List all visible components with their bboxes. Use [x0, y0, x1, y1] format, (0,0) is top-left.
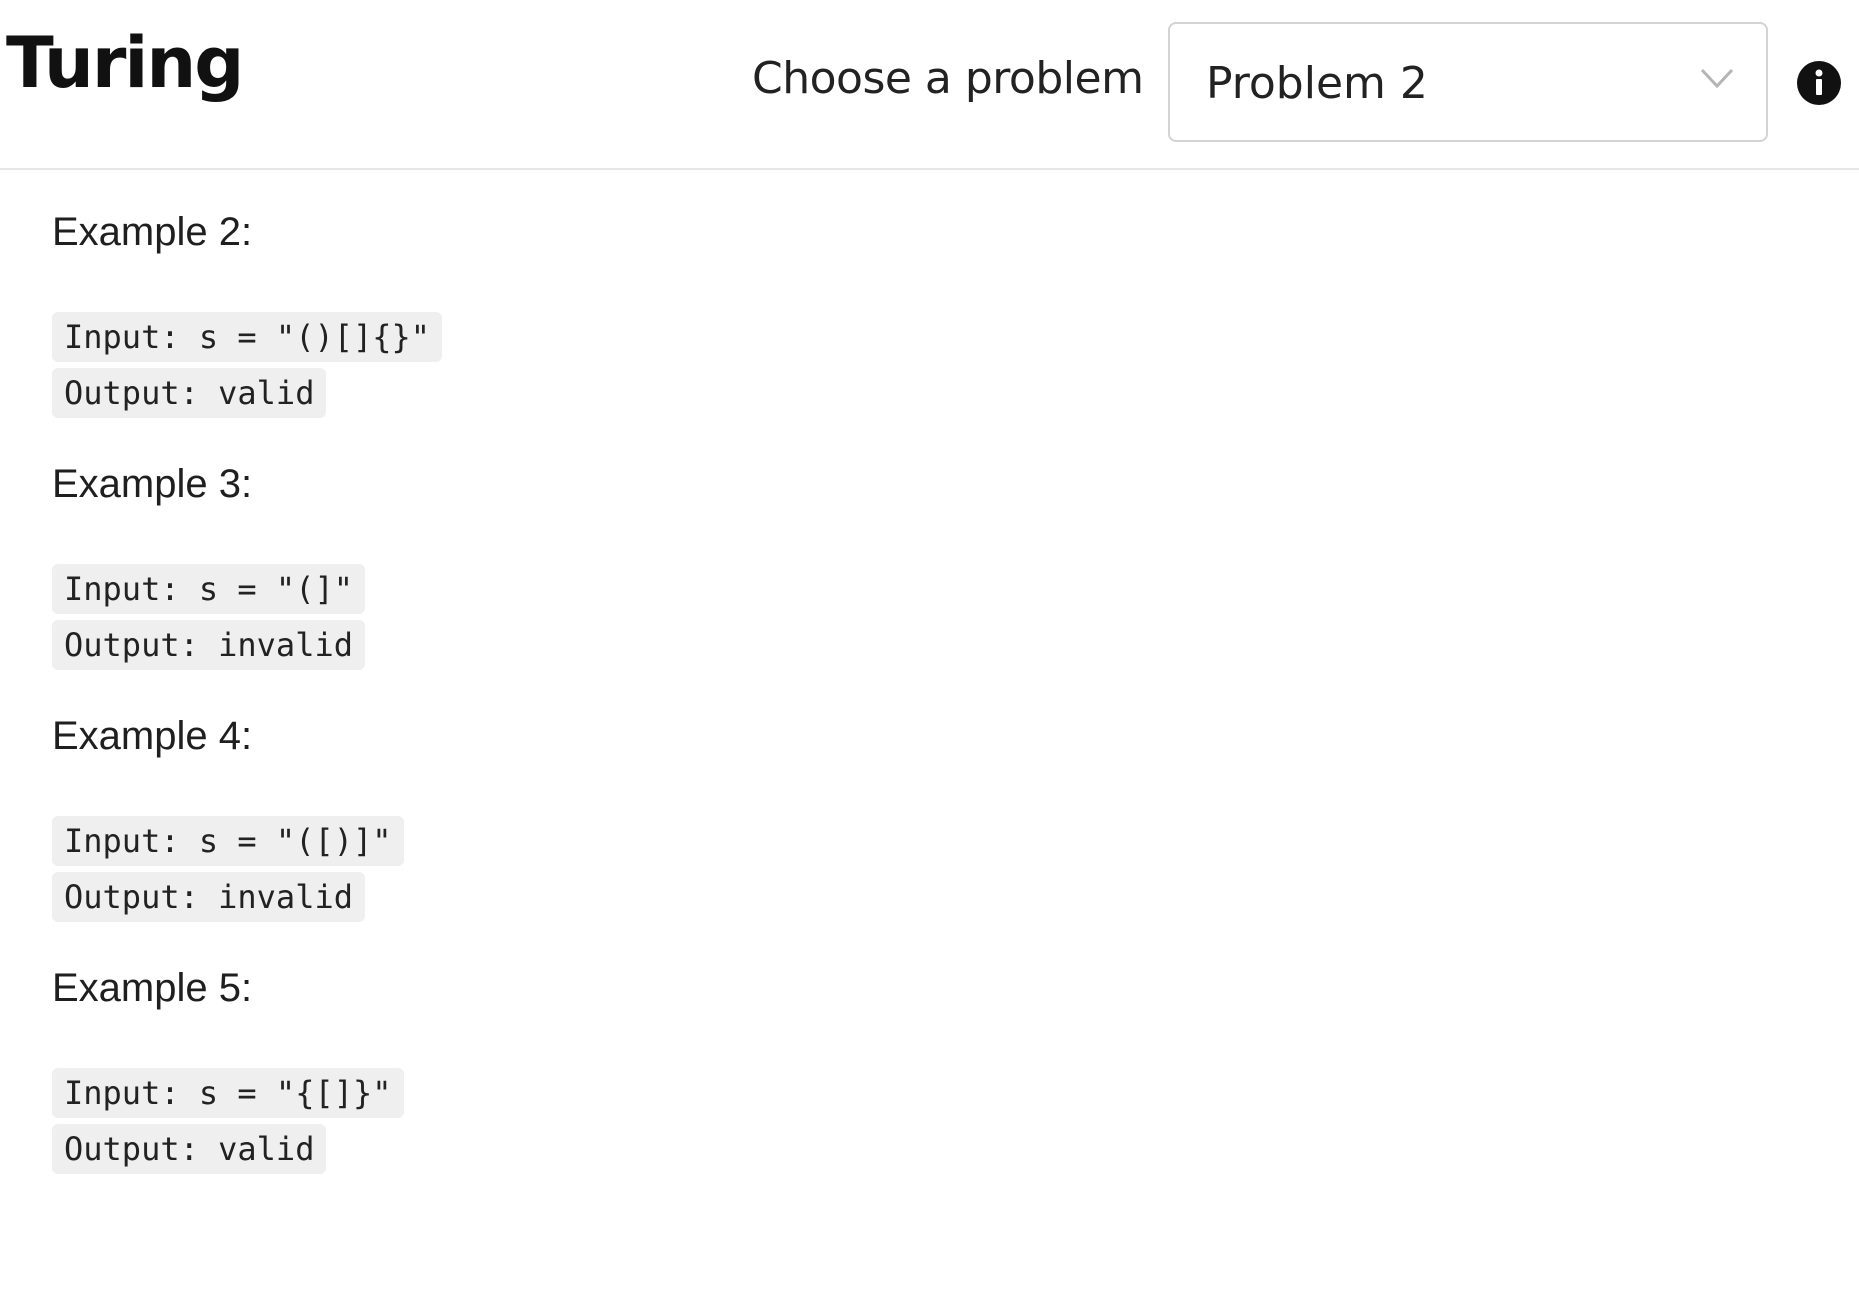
problem-examples: Example 2: Input: s = "()[]{}" Output: v…	[52, 170, 1832, 1180]
example-input: Input: s = "{[]}"	[52, 1068, 404, 1118]
problem-select-label: Choose a problem	[752, 53, 1144, 104]
app-logo[interactable]: Turing	[6, 28, 244, 98]
problem-select[interactable]: Problem 2	[1168, 22, 1768, 142]
problem-select-value: Problem 2	[1206, 58, 1428, 109]
example-heading: Example 3:	[52, 462, 253, 506]
example-code-block: Input: s = "([)]" Output: invalid	[52, 816, 1832, 926]
example-heading: Example 2:	[52, 210, 253, 254]
example-input: Input: s = "(]"	[52, 564, 365, 614]
example-heading: Example 4:	[52, 714, 253, 758]
example-section: Example 2: Input: s = "()[]{}" Output: v…	[52, 208, 1832, 422]
example-heading: Example 5:	[52, 966, 253, 1010]
info-icon[interactable]	[1797, 61, 1841, 105]
example-section: Example 4: Input: s = "([)]" Output: inv…	[52, 712, 1832, 926]
example-output: Output: valid	[52, 368, 327, 418]
app-header: Turing Choose a problem Problem 2	[0, 0, 1859, 170]
example-code-block: Input: s = "{[]}" Output: valid	[52, 1068, 1832, 1178]
example-section: Example 5: Input: s = "{[]}" Output: val…	[52, 964, 1832, 1178]
example-output: Output: invalid	[52, 872, 365, 922]
example-output: Output: invalid	[52, 620, 365, 670]
example-section: Example 3: Input: s = "(]" Output: inval…	[52, 460, 1832, 674]
example-input: Input: s = "([)]"	[52, 816, 404, 866]
example-output: Output: valid	[52, 1124, 327, 1174]
chevron-down-icon	[1700, 68, 1734, 89]
example-code-block: Input: s = "(]" Output: invalid	[52, 564, 1832, 674]
example-code-block: Input: s = "()[]{}" Output: valid	[52, 312, 1832, 422]
example-input: Input: s = "()[]{}"	[52, 312, 443, 362]
